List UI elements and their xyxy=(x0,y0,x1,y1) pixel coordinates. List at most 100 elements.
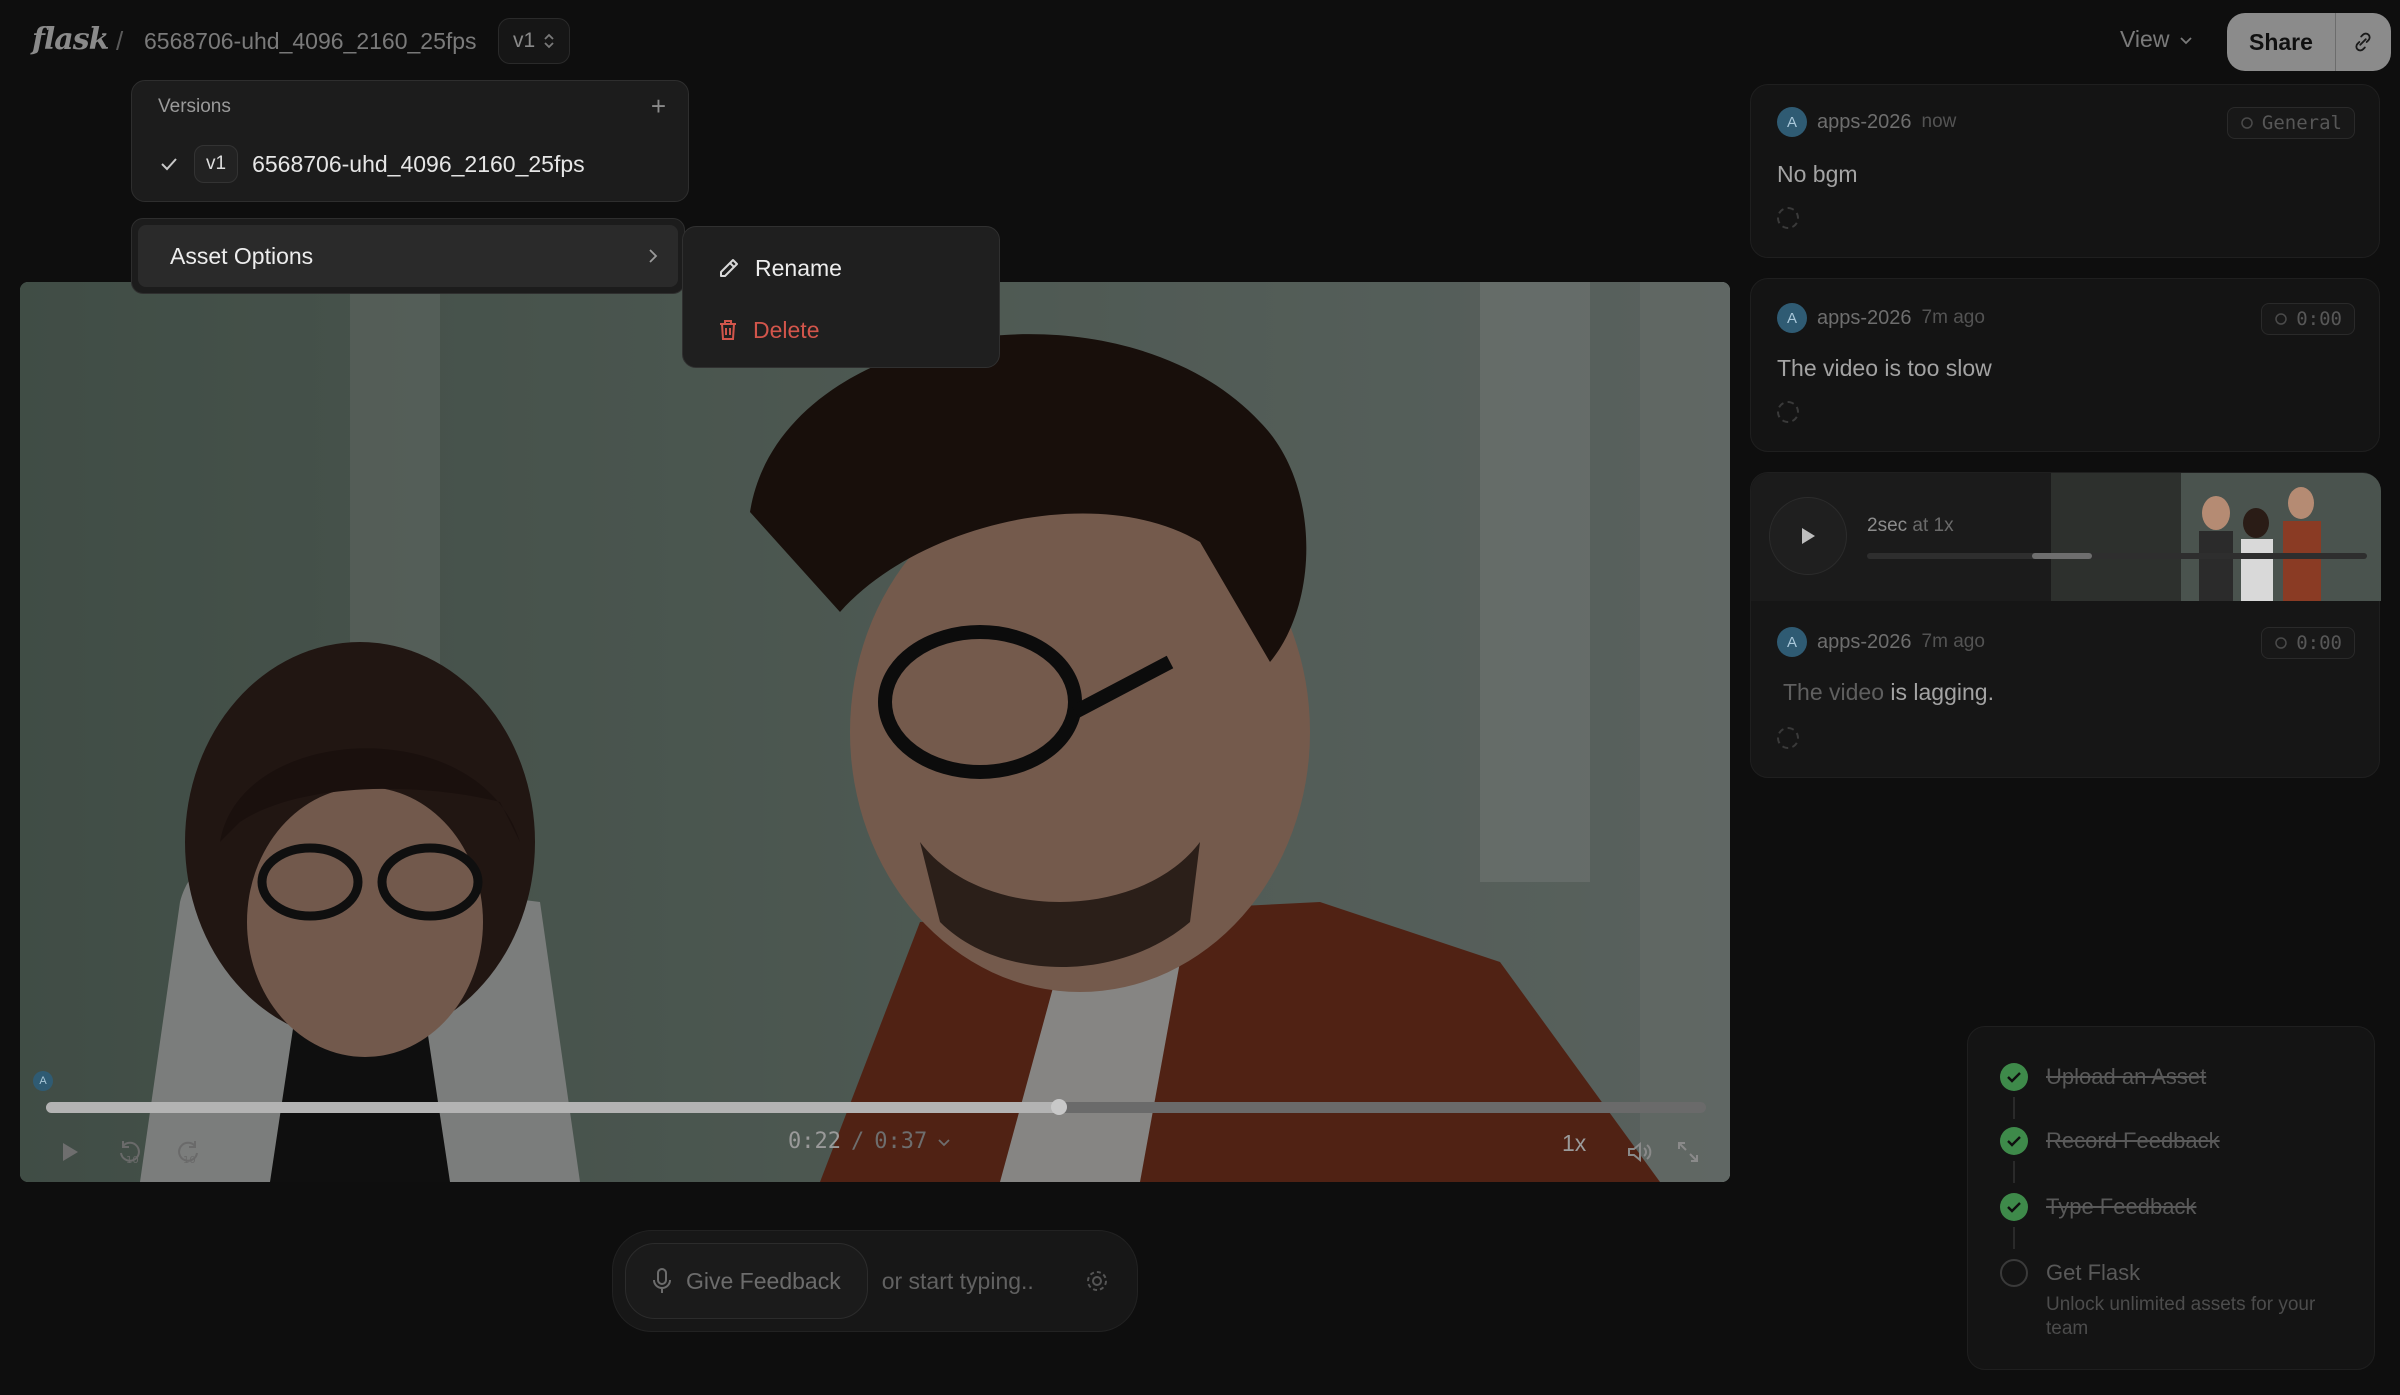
audio-progress-fill xyxy=(2032,553,2092,559)
share-button[interactable]: Share xyxy=(2227,13,2335,71)
feedback-bar: Give Feedback or start typing.. xyxy=(612,1230,1138,1332)
comment-card[interactable]: A apps-2026 now General No bgm xyxy=(1750,84,2380,258)
duration: 0:37 xyxy=(874,1129,928,1154)
version-selector-label: v1 xyxy=(513,29,536,52)
comment-tag-label: 0:00 xyxy=(2296,632,2342,654)
comment-tag-label: 0:00 xyxy=(2296,308,2342,330)
comment-user: apps-2026 xyxy=(1817,306,1912,329)
chevron-down-icon xyxy=(2180,36,2193,44)
svg-text:10: 10 xyxy=(183,1155,196,1166)
onboarding-step[interactable]: Type Feedback xyxy=(2000,1193,2196,1221)
step-connector xyxy=(2013,1227,2015,1249)
volume-button[interactable] xyxy=(1620,1132,1660,1172)
fast-forward-icon: 10 xyxy=(178,1141,198,1166)
audio-duration: 2sec at 1x xyxy=(1867,515,1954,537)
comment-text-main: is lagging. xyxy=(1884,679,1994,705)
onboarding-step-get-flask[interactable]: Get Flask Unlock unlimited assets for yo… xyxy=(2000,1259,2356,1341)
play-icon xyxy=(1802,528,1815,544)
time-separator: / xyxy=(850,1129,865,1154)
link-icon xyxy=(2355,32,2371,52)
give-feedback-button[interactable]: Give Feedback xyxy=(625,1243,868,1319)
comment-card[interactable]: A apps-2026 7m ago 0:00 The video is too… xyxy=(1750,278,2380,452)
comment-tag-label: General xyxy=(2261,112,2342,134)
version-selector[interactable]: v1 xyxy=(498,18,571,64)
chevron-right-icon xyxy=(649,249,658,263)
step-label: Type Feedback xyxy=(2046,1194,2197,1219)
comment-timestamp-tag[interactable]: 0:00 xyxy=(2261,303,2355,335)
avatar: A xyxy=(1777,303,1807,333)
svg-text:10: 10 xyxy=(126,1155,139,1166)
step-connector xyxy=(2013,1097,2015,1119)
rename-menu-item[interactable]: Rename xyxy=(683,237,999,299)
feedback-settings-button[interactable] xyxy=(1077,1261,1117,1301)
asset-options-item[interactable]: Asset Options xyxy=(138,225,678,287)
audio-duration-value: 2sec xyxy=(1867,515,1908,536)
comment-tag[interactable]: General xyxy=(2226,107,2355,139)
current-time: 0:22 xyxy=(788,1129,841,1154)
onboarding-checklist: Upload an Asset Record Feedback Type Fee… xyxy=(1967,1026,2375,1370)
comment-card[interactable]: 2sec at 1x A apps-2026 7m ago 0:00 The v… xyxy=(1750,472,2381,778)
version-item[interactable]: v1 6568706-uhd_4096_2160_25fps xyxy=(158,145,585,183)
avatar: A xyxy=(1777,107,1807,137)
updown-chevron-icon xyxy=(544,33,554,49)
circle-icon xyxy=(2241,117,2253,129)
fullscreen-button[interactable] xyxy=(1668,1132,1708,1172)
typing-hint[interactable]: or start typing.. xyxy=(882,1268,1077,1295)
resolve-toggle[interactable] xyxy=(1777,727,1799,749)
audio-thumbnail xyxy=(2051,473,2381,601)
step-connector xyxy=(2013,1161,2015,1183)
skip-back-button[interactable]: 10 xyxy=(108,1132,152,1172)
clock-icon xyxy=(2275,313,2287,325)
step-label: Upload an Asset xyxy=(2046,1064,2207,1089)
play-button[interactable] xyxy=(50,1132,90,1172)
versions-menu: Versions + v1 6568706-uhd_4096_2160_25fp… xyxy=(131,80,689,202)
video-progress-fill xyxy=(46,1102,1059,1113)
resolve-toggle[interactable] xyxy=(1777,401,1799,423)
comment-text: The video is too slow xyxy=(1777,355,1992,381)
onboarding-step[interactable]: Record Feedback xyxy=(2000,1127,2220,1155)
audio-speed: at 1x xyxy=(1907,515,1954,536)
skip-forward-button[interactable]: 10 xyxy=(166,1132,210,1172)
comment-header: A apps-2026 7m ago xyxy=(1777,627,1985,657)
give-feedback-label: Give Feedback xyxy=(686,1267,841,1294)
video-progress-bar[interactable] xyxy=(46,1099,1706,1115)
audio-progress-bar[interactable] xyxy=(1867,553,2367,559)
copy-link-button[interactable] xyxy=(2334,13,2391,71)
step-label: Record Feedback xyxy=(2046,1128,2220,1153)
comment-marker-avatar[interactable]: A xyxy=(33,1071,53,1091)
gear-icon xyxy=(1087,1271,1107,1291)
playback-speed-button[interactable]: 1x xyxy=(1562,1130,1586,1157)
version-badge: v1 xyxy=(194,145,239,183)
video-progress-thumb[interactable] xyxy=(1050,1099,1067,1115)
trash-icon xyxy=(720,320,736,340)
step-label: Get Flask xyxy=(2046,1260,2141,1285)
fullscreen-icon xyxy=(1678,1142,1698,1162)
comment-user: apps-2026 xyxy=(1817,630,1912,653)
view-menu-button[interactable]: View xyxy=(2120,26,2193,53)
flask-logo[interactable]: flask xyxy=(32,22,109,57)
comment-time: now xyxy=(1921,111,1957,132)
comment-text: No bgm xyxy=(1777,161,1858,187)
check-circle-icon xyxy=(2000,1193,2028,1221)
comment-header: A apps-2026 now xyxy=(1777,107,1956,137)
delete-menu-item[interactable]: Delete xyxy=(683,299,999,361)
comment-timestamp-tag[interactable]: 0:00 xyxy=(2261,627,2355,659)
empty-circle-icon xyxy=(2000,1259,2028,1287)
delete-label: Delete xyxy=(753,316,820,343)
add-version-button[interactable]: + xyxy=(651,91,666,122)
microphone-icon xyxy=(653,1268,671,1293)
share-group: Share xyxy=(2227,13,2391,71)
asset-title[interactable]: 6568706-uhd_4096_2160_25fps xyxy=(144,28,477,55)
clock-icon xyxy=(2275,637,2287,649)
comment-time: 7m ago xyxy=(1921,631,1985,652)
resolve-toggle[interactable] xyxy=(1777,207,1799,229)
check-circle-icon xyxy=(2000,1063,2028,1091)
time-readout[interactable]: 0:22 / 0:37 xyxy=(788,1129,951,1154)
avatar: A xyxy=(1777,627,1807,657)
comment-user: apps-2026 xyxy=(1817,110,1912,133)
video-player[interactable]: A 10 10 0:22 / 0:37 1x xyxy=(20,282,1730,1182)
asset-options-menu: Asset Options xyxy=(131,218,685,294)
comment-header: A apps-2026 7m ago xyxy=(1777,303,1985,333)
onboarding-step[interactable]: Upload an Asset xyxy=(2000,1063,2206,1091)
audio-play-button[interactable] xyxy=(1769,497,1847,575)
